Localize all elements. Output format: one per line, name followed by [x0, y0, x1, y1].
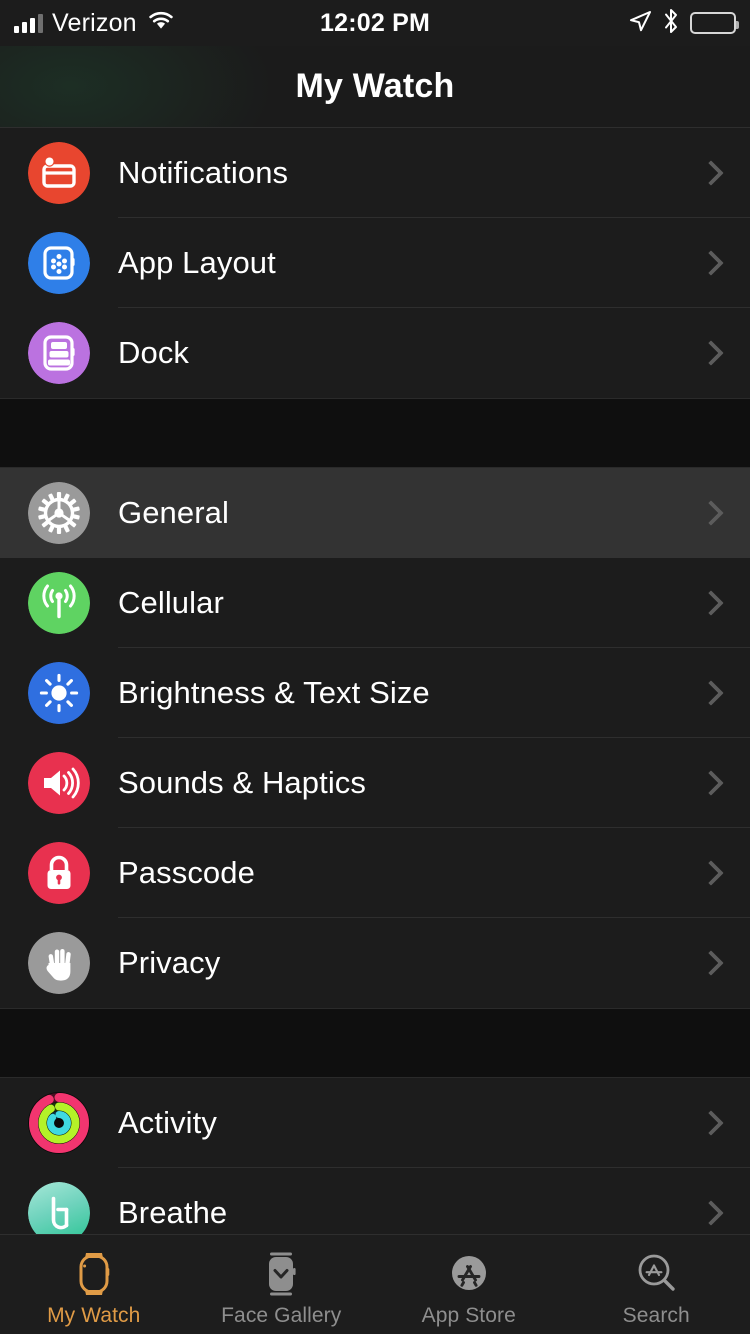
nav-bar: My Watch — [0, 46, 750, 128]
list-section: General Cellular Brightness & Text Size — [0, 468, 750, 1008]
clock-label: 12:02 PM — [320, 8, 430, 37]
list-section: Activity Breathe — [0, 1078, 750, 1234]
search-icon — [630, 1248, 682, 1300]
list-item[interactable]: Cellular — [0, 558, 750, 648]
page-title: My Watch — [295, 67, 455, 105]
section-gap — [0, 1008, 750, 1078]
list-item-label: Dock — [118, 335, 190, 370]
tab-label: Search — [622, 1303, 690, 1327]
watch-icon — [68, 1248, 120, 1300]
list-item[interactable]: Notifications — [0, 128, 750, 218]
tab-search[interactable]: Search — [563, 1235, 750, 1334]
lock-icon — [28, 842, 90, 904]
list-item-label: Activity — [118, 1105, 217, 1140]
list-item-label: Sounds & Haptics — [118, 765, 367, 800]
list-item-label: Privacy — [118, 945, 221, 980]
notifications-icon — [28, 142, 90, 204]
tab-my-watch[interactable]: My Watch — [0, 1235, 188, 1334]
tab-label: Face Gallery — [221, 1303, 342, 1327]
list-item[interactable]: Dock — [0, 308, 750, 398]
app-store-icon — [443, 1248, 495, 1300]
tab-face-gallery[interactable]: Face Gallery — [188, 1235, 376, 1334]
tab-bar[interactable]: My Watch Face Gallery App Store Search — [0, 1234, 750, 1334]
list-item[interactable]: Privacy — [0, 918, 750, 1008]
list-item-label: Brightness & Text Size — [118, 675, 430, 710]
list-item[interactable]: Breathe — [0, 1168, 750, 1234]
cellular-icon — [28, 572, 90, 634]
hand-icon — [28, 932, 90, 994]
tab-label: My Watch — [47, 1303, 141, 1327]
list-item[interactable]: Brightness & Text Size — [0, 648, 750, 738]
list-item-label: App Layout — [118, 245, 276, 280]
sounds-icon — [28, 752, 90, 814]
section-gap — [0, 398, 750, 468]
list-item-label: Notifications — [118, 155, 289, 190]
tab-label: App Store — [421, 1303, 516, 1327]
brightness-icon — [28, 662, 90, 724]
list-item-label: General — [118, 495, 229, 530]
activity-rings-icon — [28, 1092, 90, 1154]
watch-face-icon — [255, 1248, 307, 1300]
status-bar: Verizon 12:02 PM — [0, 0, 750, 46]
list-item[interactable]: Sounds & Haptics — [0, 738, 750, 828]
list-item-label: Passcode — [118, 855, 255, 890]
list-item[interactable]: Passcode — [0, 828, 750, 918]
list-item[interactable]: General — [0, 468, 750, 558]
list-item-label: Breathe — [118, 1195, 228, 1230]
list-section: Notifications App Layout Dock — [0, 128, 750, 398]
tab-app-store[interactable]: App Store — [375, 1235, 563, 1334]
status-bar-right — [628, 0, 739, 46]
breathe-icon — [28, 1182, 90, 1234]
settings-list[interactable]: Notifications App Layout Dock General Ce… — [0, 128, 750, 1234]
bluetooth-icon — [663, 8, 679, 39]
location-arrow-icon — [628, 9, 652, 38]
list-item[interactable]: App Layout — [0, 218, 750, 308]
battery-icon — [690, 12, 739, 34]
gear-icon — [28, 482, 90, 544]
dock-icon — [28, 322, 90, 384]
list-item-label: Cellular — [118, 585, 224, 620]
list-item[interactable]: Activity — [0, 1078, 750, 1168]
app-layout-icon — [28, 232, 90, 294]
